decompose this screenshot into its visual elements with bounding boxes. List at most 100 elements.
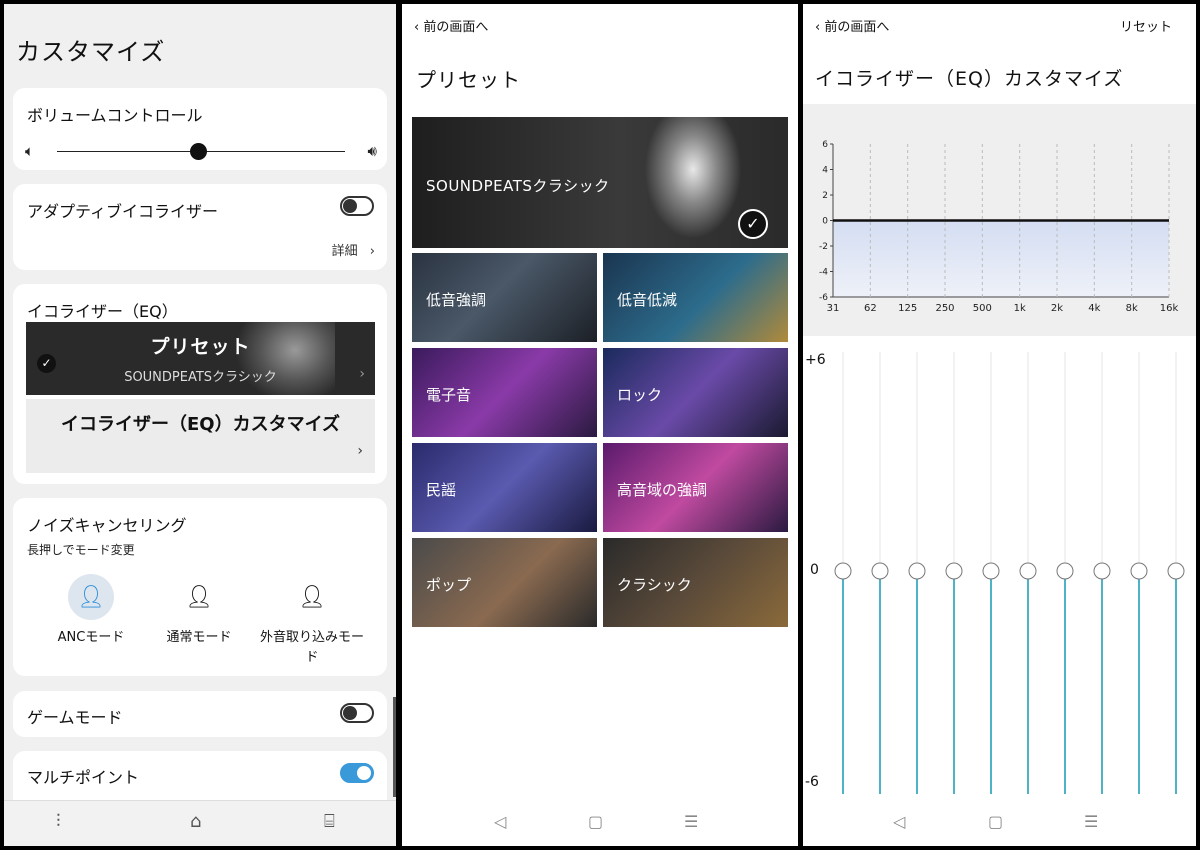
preset-label: クラシック	[617, 576, 692, 594]
x-tick-label: 250	[935, 303, 954, 314]
menu-icon[interactable]: ☰	[1084, 812, 1098, 831]
preset-current: SOUNDPEATSクラシック	[124, 370, 277, 385]
settings-panel: カスタマイズ ボリュームコントロール 🔈︎ 🔊︎ アダプティブイコライザー 詳細…	[4, 4, 396, 846]
equalizer-label: イコライザー（EQ）	[27, 302, 178, 321]
check-icon: ✓	[738, 209, 768, 239]
preset-label: ポップ	[426, 576, 472, 594]
preset-label: 高音域の強調	[617, 481, 708, 499]
normal-mode-icon: 👤︎	[185, 584, 213, 610]
adaptive-eq-toggle[interactable]	[340, 196, 374, 216]
mode-label: 外音取り込みモード	[259, 630, 364, 665]
chevron-left-icon: ‹	[414, 20, 420, 35]
mode-label: ANCモード	[57, 630, 125, 645]
eq-graph: 31 62 125 250 500 1k 2k 4k 8k 16k 6 4 2 0 -2 -4 -6	[819, 140, 1179, 314]
equalizer-icon[interactable]: ⫶	[56, 811, 61, 832]
eq-customize-button[interactable]: イコライザー（EQ）カスタマイズ ›	[26, 399, 375, 473]
reset-button[interactable]: リセット	[1120, 16, 1172, 35]
mode-ambient[interactable]: 👤︎ 外音取り込みモード	[257, 574, 367, 668]
back-label: 前の画面へ	[824, 20, 890, 35]
x-tick-label: 4k	[1088, 303, 1100, 314]
preset-tile-folk[interactable]: 民謡	[412, 443, 597, 532]
back-button[interactable]: ‹ 前の画面へ	[815, 16, 889, 35]
slider-thumb[interactable]	[834, 562, 852, 580]
preset-tile-classic-soundpeats[interactable]: SOUNDPEATSクラシック ✓	[412, 117, 788, 248]
toggle-knob	[343, 706, 357, 720]
x-tick-label: 500	[973, 303, 992, 314]
slider-thumb[interactable]	[871, 562, 889, 580]
x-tick-label: 125	[898, 303, 917, 314]
slider-zero-label: 0	[810, 562, 819, 578]
x-tick-label: 8k	[1126, 303, 1138, 314]
page-title: プリセット	[416, 68, 521, 92]
x-tick-label: 1k	[1014, 303, 1026, 314]
page-title: イコライザー（EQ）カスタマイズ	[815, 68, 1124, 90]
eq-fill-area	[833, 220, 1169, 297]
toggle-knob	[343, 199, 357, 213]
game-mode-card: ゲームモード	[13, 691, 387, 737]
mode-normal[interactable]: 👤︎ 通常モード	[144, 574, 254, 648]
slider-thumb[interactable]	[1167, 562, 1185, 580]
preset-tile-pop[interactable]: ポップ	[412, 538, 597, 627]
slider-thumb[interactable]	[1019, 562, 1037, 580]
preset-panel: ‹ 前の画面へ プリセット SOUNDPEATSクラシック ✓ 低音強調 低音低…	[402, 4, 798, 846]
mode-anc[interactable]: 👤︎ ANCモード	[36, 574, 146, 648]
slider-thumb[interactable]	[945, 562, 963, 580]
speaker-loud-icon: 🔊︎	[367, 142, 377, 160]
volume-label: ボリュームコントロール	[27, 106, 203, 125]
eq-sliders-svg	[834, 352, 1185, 794]
adaptive-eq-card: アダプティブイコライザー 詳細 ›	[13, 184, 387, 270]
preset-tile-rock[interactable]: ロック	[603, 348, 788, 437]
store-icon[interactable]: ⌸	[324, 811, 335, 832]
preset-label: SOUNDPEATSクラシック	[426, 177, 610, 195]
back-button[interactable]: ‹ 前の画面へ	[414, 16, 488, 35]
home-square-icon[interactable]: ▢	[588, 812, 603, 831]
preset-tile-treble-boost[interactable]: 高音域の強調	[603, 443, 788, 532]
multipoint-toggle[interactable]	[340, 763, 374, 783]
noise-cancel-card: ノイズキャンセリング 長押しでモード変更 👤︎ ANCモード 👤︎ 通常モード …	[13, 498, 387, 676]
preset-label: ロック	[617, 386, 663, 404]
back-label: 前の画面へ	[423, 20, 489, 35]
eq-customize-panel: ‹ 前の画面へ リセット イコライザー（EQ）カスタマイズ 31 62 125 250…	[803, 4, 1196, 846]
chevron-left-icon: ‹	[815, 20, 821, 35]
noise-cancel-label: ノイズキャンセリング	[27, 516, 187, 535]
preset-tile-classical[interactable]: クラシック	[603, 538, 788, 627]
menu-icon[interactable]: ☰	[684, 812, 698, 831]
game-mode-toggle[interactable]	[340, 703, 374, 723]
y-tick-label: 0	[822, 217, 828, 227]
y-tick-label: -2	[819, 242, 828, 252]
preset-label: 民謡	[426, 481, 457, 499]
bottom-nav: ⫶ ⌂ ⌸	[4, 800, 396, 846]
preset-tile-electronic[interactable]: 電子音	[412, 348, 597, 437]
chevron-right-icon: ›	[359, 366, 365, 382]
x-tick-label: 16k	[1160, 303, 1179, 314]
y-tick-label: 6	[822, 140, 828, 150]
slider-thumb[interactable]	[982, 562, 1000, 580]
preset-title: プリセット	[150, 336, 251, 358]
back-icon[interactable]: ◁	[494, 812, 506, 831]
slider-thumb[interactable]	[1130, 562, 1148, 580]
ambient-icon: 👤︎	[298, 584, 326, 610]
speaker-mute-icon: 🔈︎	[25, 142, 35, 160]
y-tick-label: -6	[819, 293, 828, 303]
slider-thumb[interactable]	[1093, 562, 1111, 580]
adaptive-eq-detail-link[interactable]: 詳細 ›	[332, 240, 375, 259]
preset-banner[interactable]: ✓ プリセット SOUNDPEATSクラシック ›	[26, 322, 375, 395]
y-tick-label: -4	[819, 268, 828, 278]
preset-tile-bass-reduce[interactable]: 低音低減	[603, 253, 788, 342]
eq-graph-area: 31 62 125 250 500 1k 2k 4k 8k 16k 6 4 2 0 -2 -4 -6	[803, 104, 1196, 336]
home-icon[interactable]: ⌂	[190, 811, 201, 832]
slider-thumb[interactable]	[908, 562, 926, 580]
preset-tile-bass-boost[interactable]: 低音強調	[412, 253, 597, 342]
slider-max-label: +6	[805, 352, 826, 368]
volume-slider-thumb[interactable]	[190, 143, 208, 160]
scrollbar[interactable]	[393, 697, 396, 797]
back-icon[interactable]: ◁	[893, 812, 905, 831]
anc-icon: 👤︎	[68, 574, 114, 620]
volume-card: ボリュームコントロール 🔈︎ 🔊︎	[13, 88, 387, 170]
runner-image	[638, 117, 748, 248]
slider-thumb[interactable]	[1056, 562, 1074, 580]
mode-label: 通常モード	[166, 630, 232, 645]
home-square-icon[interactable]: ▢	[988, 812, 1003, 831]
eq-customize-label: イコライザー（EQ）カスタマイズ	[60, 414, 341, 435]
system-nav: ◁ ▢ ☰	[803, 800, 1196, 846]
